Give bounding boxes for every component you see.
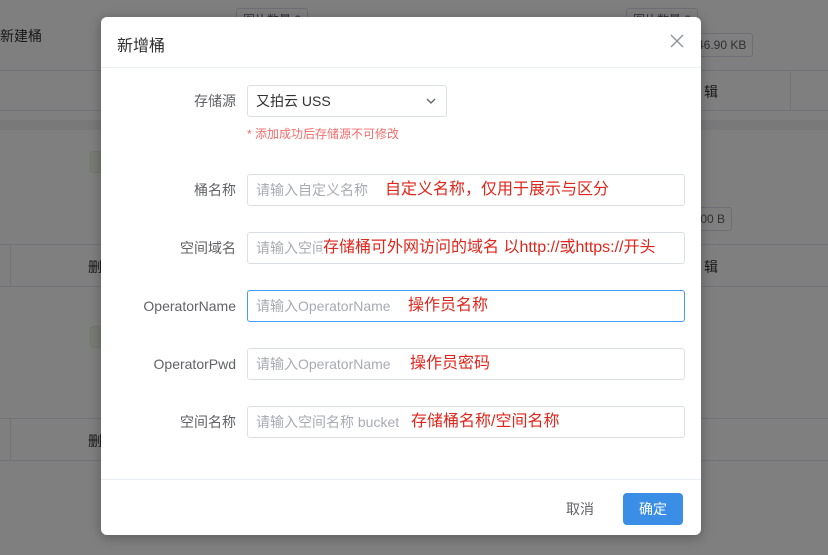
operator-name-input[interactable]: 请输入OperatorName 操作员名称 xyxy=(247,290,685,322)
cancel-button[interactable]: 取消 xyxy=(555,493,605,525)
space-name-annotation: 存储桶名称/空间名称 xyxy=(411,407,560,437)
dialog-footer xyxy=(101,479,701,536)
bucket-name-placeholder: 请输入自定义名称 xyxy=(256,182,368,198)
dialog-header: 新增桶 xyxy=(101,17,701,68)
bucket-name-label: 桶名称 xyxy=(194,182,236,198)
space-name-input[interactable]: 请输入空间名称 bucket 存储桶名称/空间名称 xyxy=(247,406,685,438)
domain-annotation: 存储桶可外网访问的域名 以http://或https://开头 xyxy=(323,233,656,263)
bucket-name-annotation: 自定义名称，仅用于展示与区分 xyxy=(385,175,610,205)
operator-name-placeholder: 请输入OperatorName xyxy=(256,298,391,314)
operator-name-annotation: 操作员名称 xyxy=(408,291,489,321)
domain-label: 空间域名 xyxy=(180,240,236,256)
confirm-button[interactable]: 确定 xyxy=(623,493,683,525)
close-icon[interactable] xyxy=(669,33,685,49)
space-name-placeholder: 请输入空间名称 bucket xyxy=(256,414,400,430)
operator-pwd-label: OperatorPwd xyxy=(153,356,236,372)
operator-pwd-input[interactable]: 请输入OperatorName 操作员密码 xyxy=(247,348,685,380)
domain-input[interactable]: 请输入空间域名 存储桶可外网访问的域名 以http://或https://开头 xyxy=(247,232,685,264)
bucket-name-input[interactable]: 请输入自定义名称 自定义名称，仅用于展示与区分 xyxy=(247,174,685,206)
new-bucket-dialog: 新增桶 存储源 又拍云 USS * 添加成功后存储源不可修改 桶名称 请输入自定… xyxy=(101,17,701,535)
storage-source-value: 又拍云 USS xyxy=(256,93,331,109)
operator-name-label: OperatorName xyxy=(143,298,236,314)
operator-pwd-placeholder: 请输入OperatorName xyxy=(256,356,391,372)
chevron-down-icon xyxy=(426,98,436,104)
storage-source-select[interactable]: 又拍云 USS xyxy=(247,85,447,117)
dialog-title: 新增桶 xyxy=(117,38,166,55)
storage-source-hint: * 添加成功后存储源不可修改 xyxy=(247,127,400,141)
operator-pwd-annotation: 操作员密码 xyxy=(410,349,491,379)
storage-source-label: 存储源 xyxy=(194,93,236,109)
space-name-label: 空间名称 xyxy=(180,414,236,430)
